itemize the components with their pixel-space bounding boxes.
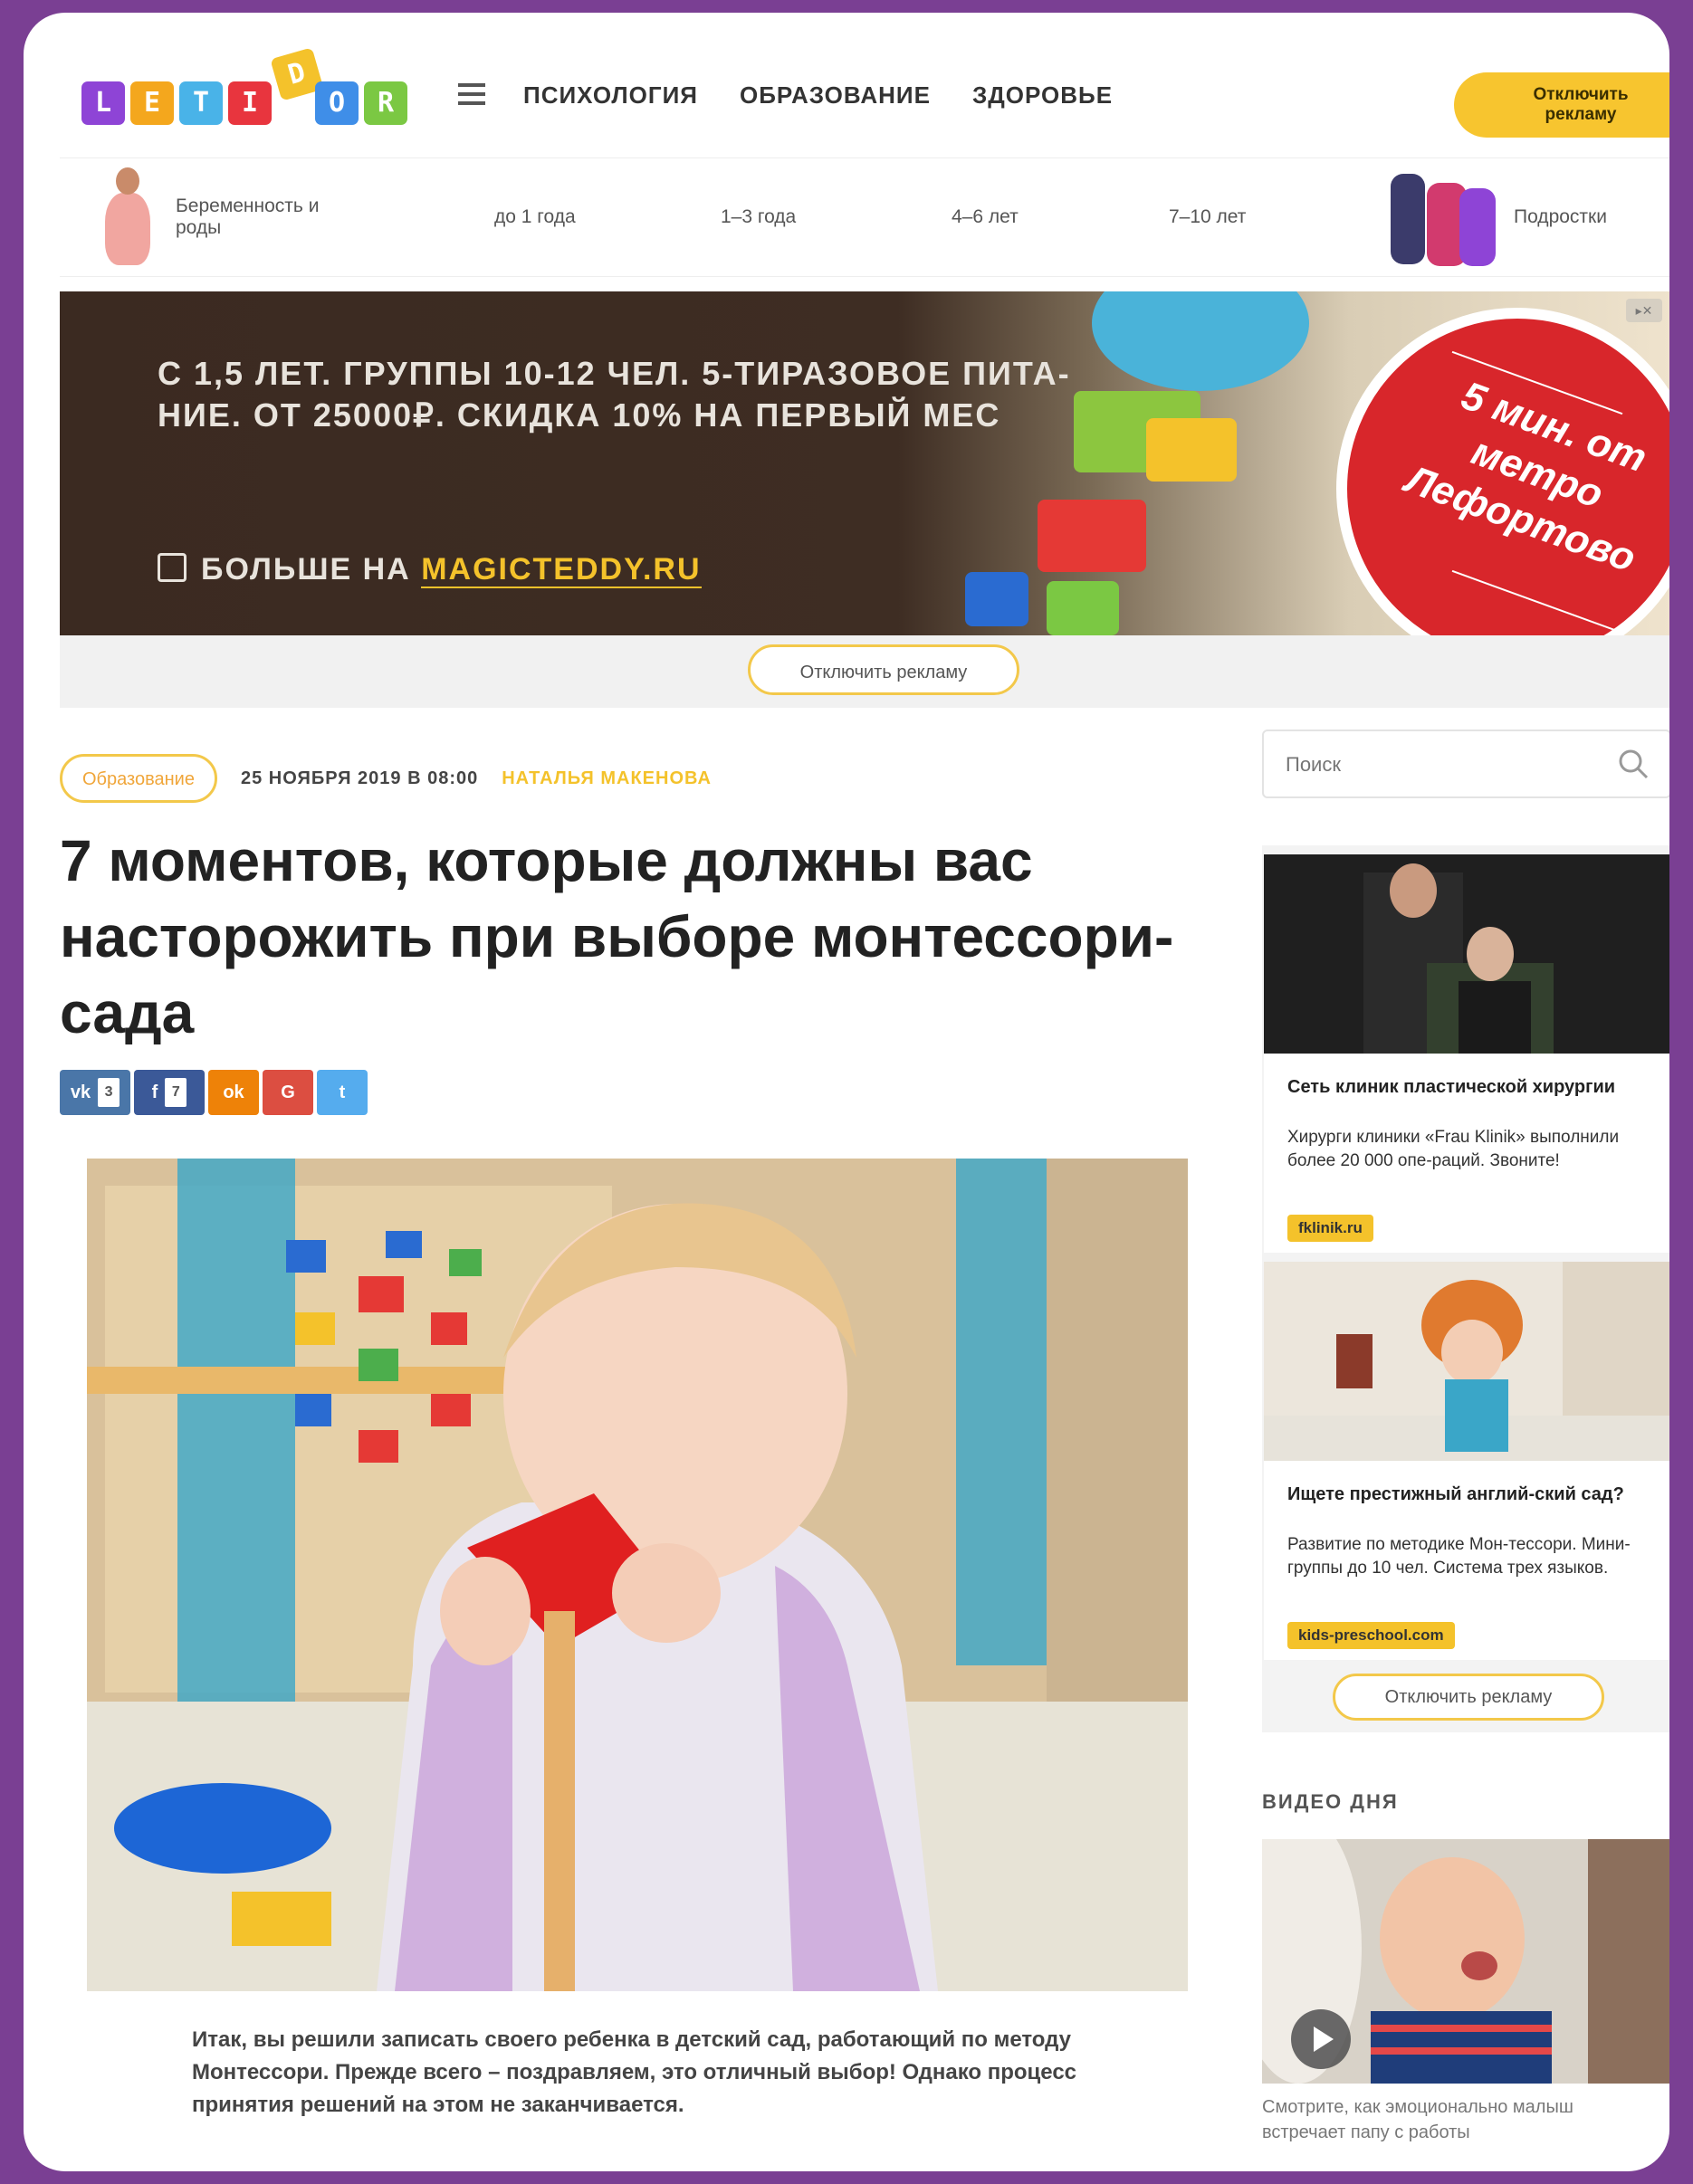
author-link[interactable]: НАТАЛЬЯ МАКЕНОВА [502, 768, 712, 789]
banner-link[interactable]: БОЛЬШЕ НА MAGICTEDDY.RU [158, 552, 702, 588]
age-item-label: 7–10 лет [1169, 206, 1247, 227]
disable-ads-label: Отключить рекламу [1533, 85, 1629, 124]
ad-banner[interactable]: С 1,5 ЛЕТ. ГРУППЫ 10-12 ЧЕЛ. 5-ТИРАЗОВОЕ… [60, 291, 1669, 635]
main-nav: психология образование здоровье [523, 81, 1113, 110]
share-count: 7 [165, 1078, 187, 1107]
banner-text: С 1,5 ЛЕТ. ГРУППЫ 10-12 ЧЕЛ. 5-ТИРАЗОВОЕ… [158, 355, 1071, 434]
menu-icon[interactable] [458, 83, 485, 105]
site-logo[interactable]: L E T I D O R [81, 47, 416, 134]
share-count: 3 [98, 1078, 120, 1107]
share-twitter-button[interactable]: t [317, 1070, 368, 1115]
logo-letter: R [364, 81, 407, 125]
site-header: L E T I D O R психология образование здо… [60, 40, 1669, 139]
age-item-4-6[interactable]: 4–6 лет [952, 158, 1019, 276]
age-item-label: 4–6 лет [952, 206, 1019, 227]
video-of-day-heading: ВИДЕО ДНЯ [1262, 1790, 1399, 1813]
age-item-label: Подростки [1514, 206, 1607, 227]
age-item-label: 1–3 года [721, 206, 797, 227]
play-icon[interactable] [1291, 2009, 1351, 2069]
age-category-bar: Беременность и роды до 1 года 1–3 года 4… [60, 157, 1669, 277]
odnoklassniki-icon: ok [223, 1082, 244, 1102]
logo-letter: O [315, 81, 359, 125]
nav-item-health[interactable]: здоровье [972, 81, 1113, 110]
age-item-teens[interactable]: Подростки [1382, 158, 1607, 276]
search-box [1262, 730, 1669, 798]
sidebar-ads: Сеть клиник пластической хирургии Хирург… [1262, 845, 1669, 1732]
video-player[interactable] [1262, 1839, 1669, 2084]
age-item-label: Беременность и роды [176, 196, 320, 238]
ad-description: Развитие по методике Мон-тессори. Мини-г… [1287, 1535, 1631, 1578]
age-item-under-1[interactable]: до 1 года [494, 158, 576, 276]
article-lead: Итак, вы решили записать своего ребенка … [192, 2027, 1077, 2117]
nav-item-education[interactable]: образование [740, 81, 931, 110]
search-icon[interactable] [1615, 746, 1651, 782]
share-google-plus-button[interactable]: G [263, 1070, 313, 1115]
article-meta: Образование 25 НОЯБРЯ 2019 В 08:00 НАТАЛ… [60, 751, 712, 806]
nav-item-psychology[interactable]: психология [523, 81, 698, 110]
ad-image [1264, 1262, 1669, 1461]
teenagers-image [1382, 165, 1499, 270]
ad-image [1264, 854, 1669, 1054]
logo-letter: T [179, 81, 223, 125]
pregnant-woman-image [96, 167, 154, 267]
external-link-icon [158, 553, 187, 582]
logo-letter: I [228, 81, 272, 125]
banner-link-prefix: БОЛЬШЕ НА [201, 552, 422, 587]
sidebar-ad[interactable]: Сеть клиник пластической хирургии Хирург… [1264, 854, 1669, 1253]
age-item-label: до 1 года [494, 206, 576, 227]
article-title: 7 моментов, которые должны вас насторожи… [60, 828, 1174, 1045]
search-input[interactable] [1284, 746, 1595, 784]
share-odnoklassniki-button[interactable]: ok [208, 1070, 259, 1115]
vk-icon: vk [70, 1082, 91, 1102]
age-item-pregnancy[interactable]: Беременность и роды [96, 158, 348, 276]
twitter-icon: t [339, 1082, 346, 1102]
logo-letter: E [130, 81, 174, 125]
share-facebook-button[interactable]: f 7 [134, 1070, 205, 1115]
banner-link-site: MAGICTEDDY.RU [421, 552, 702, 588]
share-vk-button[interactable]: vk 3 [60, 1070, 130, 1115]
publish-date: 25 НОЯБРЯ 2019 В 08:00 [240, 768, 479, 788]
ad-link[interactable]: fklinik.ru [1287, 1215, 1373, 1242]
article-main-image [87, 1159, 1188, 1991]
banner-badge-text: 5 мин. от метро Лефортово [1400, 373, 1653, 581]
disable-ads-button[interactable]: Отключить рекламу [748, 644, 1019, 695]
google-plus-icon: G [281, 1082, 295, 1102]
facebook-icon: f [151, 1082, 158, 1102]
sidebar-ad[interactable]: Ищете престижный англий-ский сад? Развит… [1264, 1262, 1669, 1660]
share-buttons: vk 3 f 7 ok G t [60, 1070, 368, 1115]
video-caption: Смотрите, как эмоционально малыш встреча… [1262, 2097, 1573, 2142]
disable-ads-button[interactable]: Отключить рекламу [1333, 1674, 1604, 1721]
page-frame: L E T I D O R психология образование здо… [24, 13, 1669, 2171]
age-item-7-10[interactable]: 7–10 лет [1169, 158, 1246, 276]
ad-title: Ищете престижный англий-ский сад? [1287, 1484, 1624, 1504]
category-tag[interactable]: Образование [60, 754, 217, 803]
ad-strip: Отключить рекламу [60, 635, 1669, 708]
ad-link[interactable]: kids-preschool.com [1287, 1622, 1455, 1649]
toddler-photo-illustration [87, 1159, 1188, 1991]
ad-description: Хирурги клиники «Frau Klinik» выполнили … [1287, 1128, 1620, 1170]
disable-ads-button[interactable]: Отключить рекламу [1454, 72, 1669, 138]
logo-letter: L [81, 81, 125, 125]
ad-info-icon[interactable]: ▸✕ [1626, 299, 1662, 322]
age-item-1-3[interactable]: 1–3 года [721, 158, 796, 276]
ad-title: Сеть клиник пластической хирургии [1287, 1077, 1616, 1097]
banner-badge: 5 мин. от метро Лефортово [1336, 308, 1669, 635]
